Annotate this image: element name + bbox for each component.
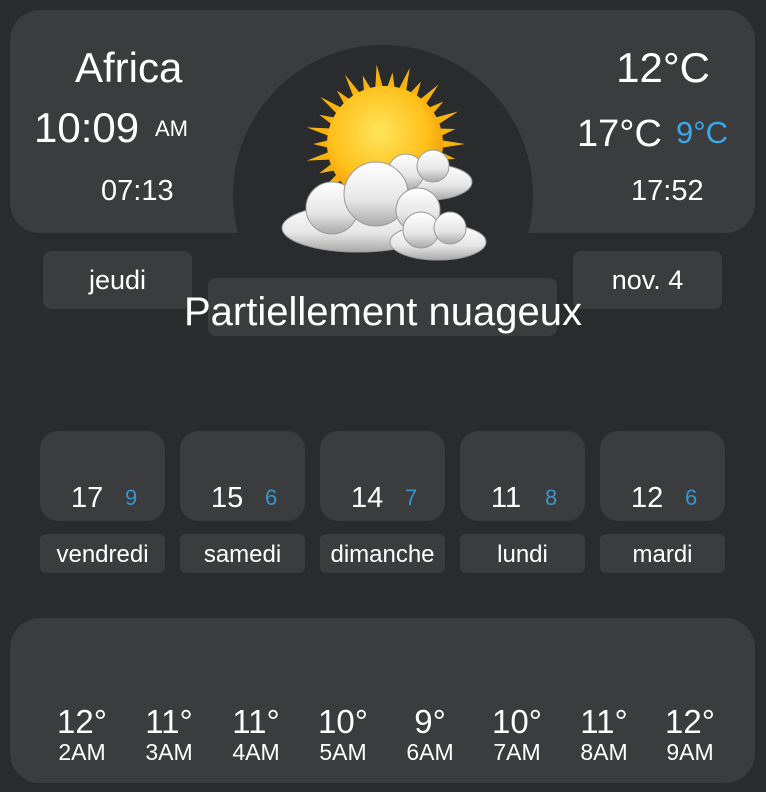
hourly-time: 4AM bbox=[232, 739, 280, 765]
forecast-low: 9 bbox=[125, 485, 138, 510]
hourly-temp: 10° bbox=[492, 703, 542, 740]
time-period: AM bbox=[155, 116, 188, 141]
high-temperature: 17°C bbox=[577, 113, 662, 155]
forecast-low: 6 bbox=[685, 485, 698, 510]
hourly-temp: 9° bbox=[414, 703, 446, 740]
forecast-day-card: 14 7 bbox=[320, 431, 445, 521]
sunset-time: 17:52 bbox=[631, 175, 704, 207]
condition-label: Partiellement nuageux bbox=[183, 290, 583, 334]
forecast-day-label: vendredi bbox=[40, 534, 165, 573]
forecast-high: 12 bbox=[631, 482, 664, 514]
hourly-temp: 11° bbox=[232, 703, 280, 740]
forecast-low: 6 bbox=[265, 485, 278, 510]
sunrise-time: 07:13 bbox=[101, 175, 174, 207]
forecast-day-card: 11 8 bbox=[460, 431, 585, 521]
forecast-day-card: 15 6 bbox=[180, 431, 305, 521]
forecast-high: 17 bbox=[71, 482, 104, 514]
hourly-temp: 10° bbox=[318, 703, 368, 740]
hourly-time: 9AM bbox=[666, 739, 714, 765]
hourly-temp: 12° bbox=[57, 703, 107, 740]
hourly-temp: 11° bbox=[580, 703, 628, 740]
current-temperature: 12°C bbox=[616, 44, 710, 91]
hourly-time: 5AM bbox=[319, 739, 367, 765]
forecast-high: 14 bbox=[351, 482, 384, 514]
forecast-high: 11 bbox=[491, 482, 522, 514]
hourly-temp: 11° bbox=[145, 703, 193, 740]
hourly-time: 3AM bbox=[145, 739, 193, 765]
sun-behind-clouds-icon bbox=[278, 60, 493, 265]
forecast-low: 7 bbox=[405, 485, 418, 510]
forecast-day-label: lundi bbox=[460, 534, 585, 573]
forecast-day-label: dimanche bbox=[320, 534, 445, 573]
low-temperature: 9°C bbox=[676, 115, 729, 150]
hourly-time: 6AM bbox=[406, 739, 454, 765]
forecast-day-card: 17 9 bbox=[40, 431, 165, 521]
forecast-low: 8 bbox=[545, 485, 558, 510]
current-time: 10:09 bbox=[34, 104, 140, 151]
forecast-day-label: mardi bbox=[600, 534, 725, 573]
forecast-high: 15 bbox=[211, 482, 244, 514]
hourly-time: 7AM bbox=[493, 739, 541, 765]
hourly-time: 8AM bbox=[580, 739, 628, 765]
forecast-day-label: samedi bbox=[180, 534, 305, 573]
forecast-day-card: 12 6 bbox=[600, 431, 725, 521]
city-name: Africa bbox=[75, 44, 183, 91]
hourly-temp: 12° bbox=[665, 703, 715, 740]
hourly-time: 2AM bbox=[58, 739, 106, 765]
